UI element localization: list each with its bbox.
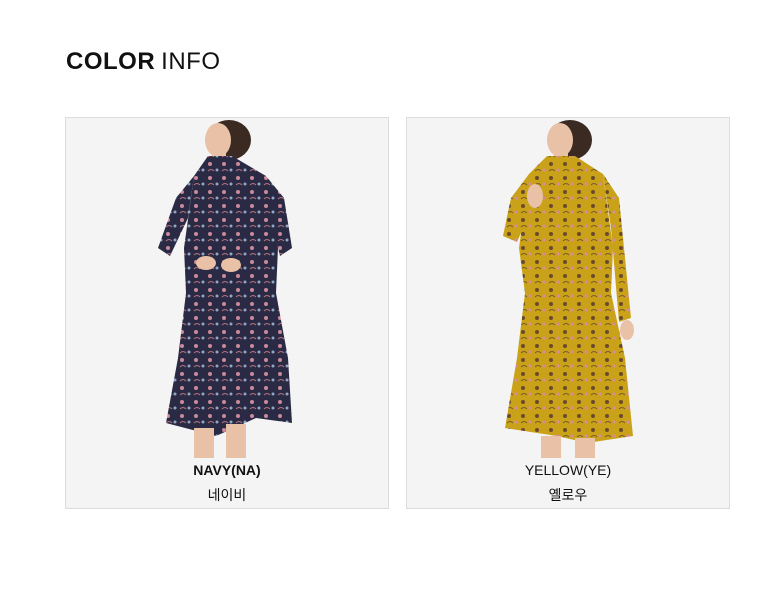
color-card-yellow: YELLOW(YE) 옐로우 [406,117,730,509]
color-name-ko: 옐로우 [548,488,588,504]
section-title: COLOR INFO [66,47,221,77]
product-photo-navy [66,118,388,458]
color-card-navy: NAVY(NA) 네이비 [65,117,389,509]
section-title-bold: COLOR [66,48,156,75]
product-photo-yellow [407,118,729,458]
color-name-en: NAVY(NA) [193,462,261,478]
color-name-en: YELLOW(YE) [524,462,612,478]
section-title-light: INFO [161,48,221,75]
color-name-ko: 네이비 [207,488,247,504]
